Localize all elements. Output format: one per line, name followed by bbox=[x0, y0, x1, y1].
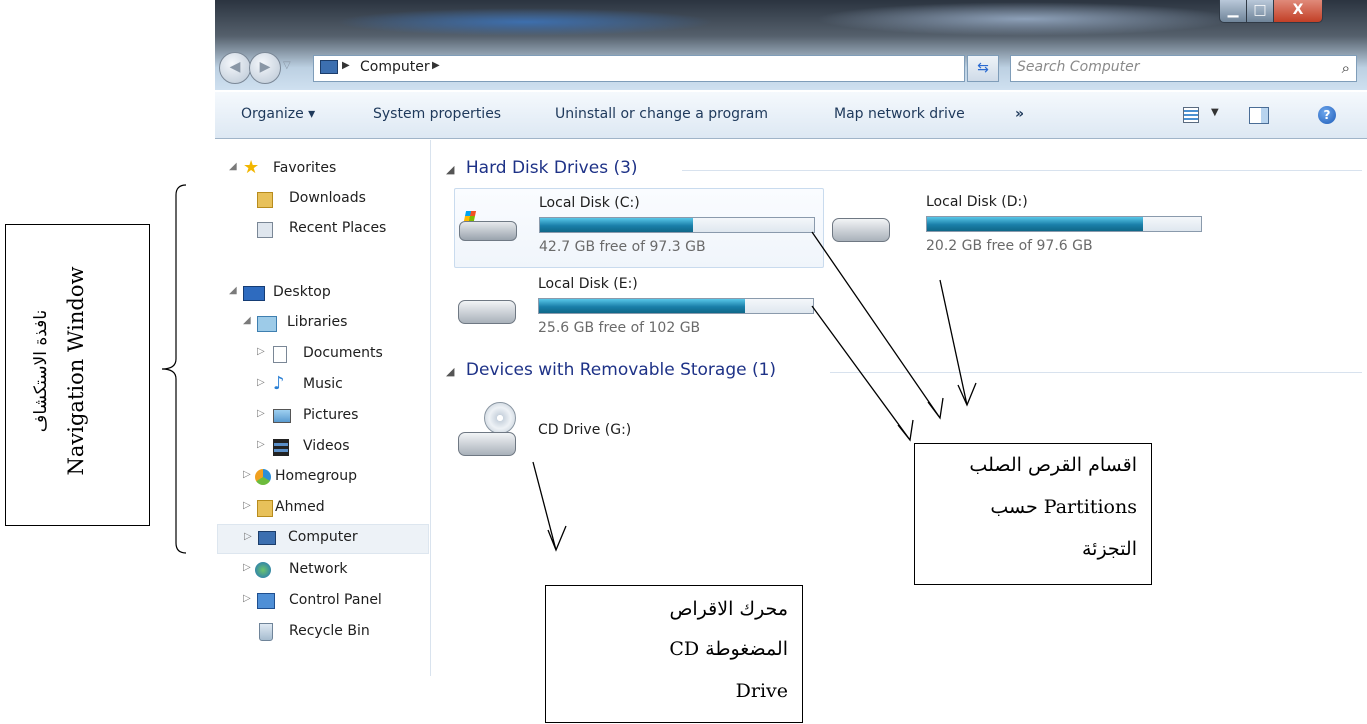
cd-label-line1: محرك الاقراص bbox=[669, 598, 788, 620]
cd-label-line2: المضغوطة CD bbox=[669, 638, 788, 660]
partitions-label-line3: التجزئة bbox=[1081, 538, 1137, 560]
cd-label-line3: Drive bbox=[735, 680, 788, 702]
arrow-cd-to-label bbox=[532, 461, 567, 552]
arrow-c-to-partitions bbox=[811, 231, 944, 420]
arrow-d-to-partitions bbox=[939, 279, 977, 407]
partitions-label-line1: اقسام القرص الصلب bbox=[969, 454, 1137, 476]
partitions-label-line2: Partitions حسب bbox=[990, 496, 1137, 518]
partitions-annotation-box: اقسام القرص الصلب Partitions حسب التجزئة bbox=[914, 443, 1152, 585]
cd-drive-annotation-box: محرك الاقراص المضغوطة CD Drive bbox=[545, 585, 803, 723]
arrow-e-to-partitions bbox=[811, 305, 914, 442]
